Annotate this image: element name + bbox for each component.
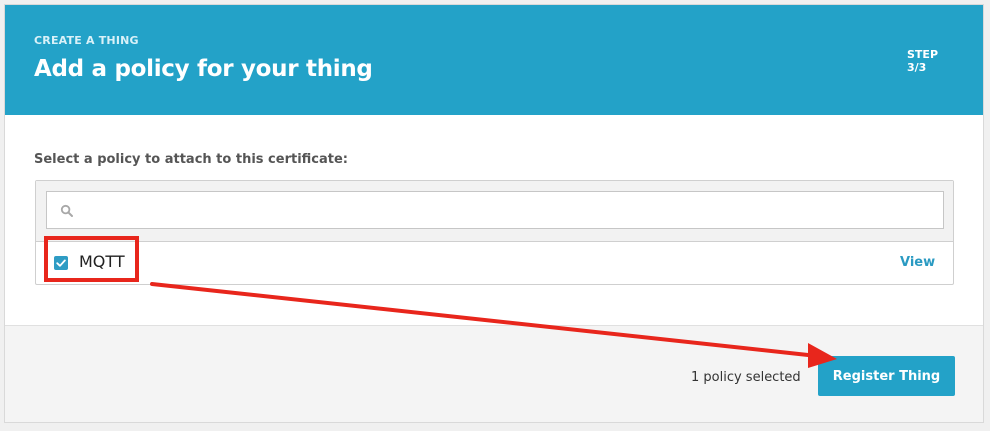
wizard-header: CREATE A THING Add a policy for your thi… [5, 5, 983, 115]
search-icon [60, 203, 74, 217]
step-value: 3/3 [907, 61, 927, 74]
create-thing-wizard: CREATE A THING Add a policy for your thi… [4, 4, 984, 423]
policy-list: MQTT View [35, 180, 954, 285]
selected-count: 1 policy selected [691, 370, 801, 385]
policy-checkbox[interactable] [54, 256, 68, 270]
step-label: STEP [907, 48, 939, 61]
wizard-eyebrow: CREATE A THING [34, 34, 139, 47]
register-thing-button[interactable]: Register Thing [818, 356, 955, 396]
policy-row[interactable]: MQTT View [36, 242, 953, 284]
view-policy-link[interactable]: View [900, 255, 935, 270]
step-indicator: STEP 3/3 [907, 48, 938, 74]
wizard-content: Select a policy to attach to this certif… [5, 115, 983, 325]
checkmark-icon [56, 259, 66, 267]
search-area [36, 181, 953, 242]
page-title: Add a policy for your thing [34, 56, 373, 82]
wizard-footer: 1 policy selected Register Thing [5, 325, 983, 422]
policy-prompt: Select a policy to attach to this certif… [34, 152, 348, 167]
search-input[interactable] [46, 191, 944, 229]
policy-name: MQTT [79, 252, 125, 271]
